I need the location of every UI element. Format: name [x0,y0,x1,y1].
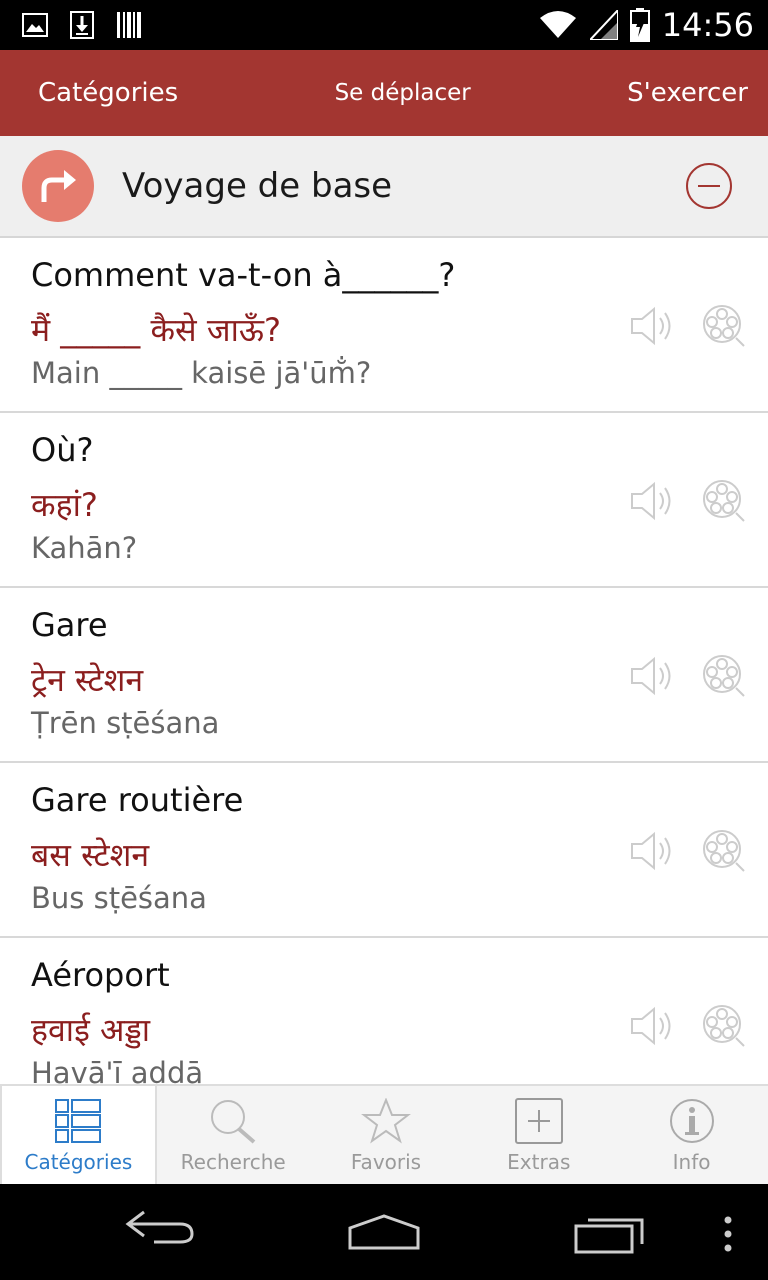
system-nav-bar [0,1184,768,1280]
tab-label: Favoris [350,1150,422,1174]
bottom-tab-bar: Catégories Recherche Favoris Extras Info [0,1084,768,1184]
film-reel-icon[interactable] [702,304,746,348]
signal-icon [589,10,618,40]
transliteration: Ṭrēn sṭēśana [31,706,220,740]
french-phrase: Gare routière [31,781,244,819]
action-bar: Catégories Se déplacer S'exercer [0,50,768,136]
category-title: Voyage de base [122,166,393,206]
speaker-icon[interactable] [630,656,676,696]
transliteration: Havā'ī aḍḍā [31,1056,204,1084]
star-icon [361,1098,411,1144]
barcode-notification-icon [117,12,141,38]
download-notification-icon [70,11,94,39]
list-grid-icon [55,1099,102,1143]
back-icon[interactable] [124,1204,196,1244]
practice-nav-button[interactable]: S'exercer [627,78,748,108]
transliteration: Main _____ kaisē jā'ūm̐? [31,356,372,390]
speaker-icon[interactable] [630,1006,676,1046]
tab-label: Catégories [24,1150,133,1174]
categories-nav-button[interactable]: Catégories [38,78,178,108]
hindi-phrase: कहां? [31,486,98,524]
collapse-category-button[interactable] [686,163,732,209]
status-bar: 14:56 [0,0,768,50]
category-header[interactable]: Voyage de base [0,136,768,238]
search-icon [211,1100,256,1144]
tab-favorites[interactable]: Favoris [310,1086,463,1184]
phrase-row[interactable]: Gare routière बस स्टेशन Bus sṭēśana [0,763,768,938]
tab-label: Info [672,1150,711,1174]
film-reel-icon[interactable] [702,479,746,523]
tab-info[interactable]: Info [615,1086,768,1184]
french-phrase: Où? [31,431,94,469]
film-reel-icon[interactable] [702,1004,746,1048]
hindi-phrase: बस स्टेशन [31,836,150,874]
hindi-phrase: ट्रेन स्टेशन [31,661,144,699]
info-icon [669,1099,714,1143]
wifi-icon [539,11,576,38]
hindi-phrase: हवाई अड्डा [31,1011,151,1049]
phrase-list[interactable]: Comment va-t-on à______? मैं _____ कैसे … [0,238,768,1084]
turn-right-arrow-icon [22,150,94,222]
hindi-phrase: मैं _____ कैसे जाऊँ? [31,311,281,349]
phrase-row[interactable]: Aéroport हवाई अड्डा Havā'ī aḍḍā [0,938,768,1084]
tab-extras[interactable]: Extras [462,1086,615,1184]
image-notification-icon [22,13,48,37]
tab-categories[interactable]: Catégories [0,1086,157,1184]
phrase-row[interactable]: Où? कहां? Kahān? [0,413,768,588]
film-reel-icon[interactable] [702,829,746,873]
transliteration: Kahān? [31,531,138,565]
tab-label: Extras [507,1150,571,1174]
current-category-title: Se déplacer [334,80,471,106]
french-phrase: Aéroport [31,956,170,994]
transliteration: Bus sṭēśana [31,881,207,915]
speaker-icon[interactable] [630,306,676,346]
phrase-row[interactable]: Gare ट्रेन स्टेशन Ṭrēn sṭēśana [0,588,768,763]
tab-search[interactable]: Recherche [157,1086,310,1184]
speaker-icon[interactable] [630,481,676,521]
french-phrase: Comment va-t-on à______? [31,256,456,294]
battery-icon [629,8,650,42]
plus-box-icon [514,1098,563,1144]
recents-icon[interactable] [574,1214,646,1254]
menu-dots-icon[interactable] [722,1216,734,1252]
minus-icon [698,185,720,187]
speaker-icon[interactable] [630,831,676,871]
phrase-row[interactable]: Comment va-t-on à______? मैं _____ कैसे … [0,238,768,413]
french-phrase: Gare [31,606,108,644]
home-icon[interactable] [346,1212,422,1252]
tab-label: Recherche [180,1150,286,1174]
clock: 14:56 [661,6,754,44]
film-reel-icon[interactable] [702,654,746,698]
